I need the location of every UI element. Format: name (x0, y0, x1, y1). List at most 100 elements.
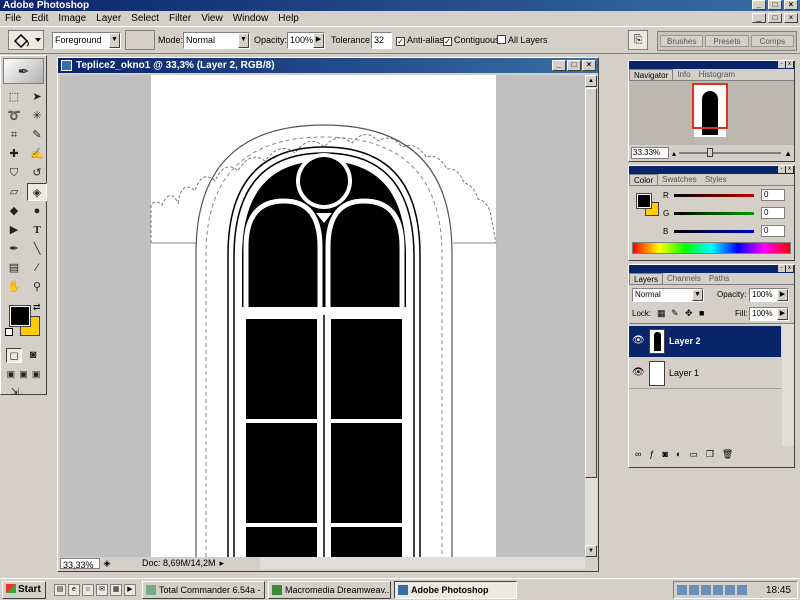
taskbar-total-commander[interactable]: Total Commander 6.54a - ... (142, 580, 265, 599)
doc-window-close-button[interactable]: × (582, 60, 596, 71)
menu-image[interactable]: Image (53, 13, 91, 24)
messenger-icon[interactable]: ☺ (82, 583, 94, 596)
blur-icon[interactable]: ◆ (4, 202, 24, 220)
fill-input[interactable]: 100% ▶ (749, 307, 789, 321)
scroll-up-icon[interactable]: ▲ (585, 75, 597, 87)
doc-minimize-button[interactable]: _ (752, 13, 766, 23)
quick-mask-icon[interactable]: ◙ (25, 348, 41, 363)
lock-position-icon[interactable]: ✥ (685, 308, 693, 319)
menu-view[interactable]: View (196, 13, 228, 24)
tab-swatches[interactable]: Swatches (658, 174, 701, 185)
blue-slider[interactable] (674, 229, 754, 233)
color-fg-swatch[interactable] (636, 193, 652, 209)
tolerance-input[interactable]: 32 (371, 32, 392, 49)
foreground-color-swatch[interactable] (9, 305, 31, 327)
tray-messenger-icon[interactable] (713, 585, 723, 595)
menu-help[interactable]: Help (273, 13, 304, 24)
doc-window-minimize-button[interactable]: _ (552, 60, 566, 71)
paint-bucket-icon[interactable]: ◈ (27, 183, 47, 201)
start-button[interactable]: Start (2, 580, 46, 599)
zoom-in-icon[interactable]: ▲ (784, 149, 792, 158)
color-ramp[interactable] (632, 242, 791, 254)
minimize-button[interactable]: _ (752, 0, 766, 10)
navigator-zoom-field[interactable]: 33.33% (631, 147, 669, 159)
new-layer-icon[interactable]: ❐ (706, 449, 714, 460)
layer-style-icon[interactable]: ƒ (649, 449, 654, 460)
eraser-icon[interactable]: ▱ (4, 183, 24, 201)
tool-preset-picker[interactable] (8, 30, 44, 50)
panel-close-icon[interactable]: x (786, 166, 793, 173)
blue-value-field[interactable]: 0 (761, 225, 785, 237)
green-slider[interactable] (674, 211, 754, 215)
brushes-tab[interactable]: Brushes (660, 35, 704, 47)
link-icon[interactable]: ∞ (635, 449, 641, 460)
notes-icon[interactable]: ▤ (4, 259, 24, 277)
eye-icon[interactable]: 👁 (632, 367, 645, 378)
navigator-preview[interactable] (629, 81, 794, 145)
lock-pixels-icon[interactable]: ✎ (671, 308, 679, 319)
layer-row[interactable]: 👁 Layer 1 (629, 358, 781, 389)
clock[interactable]: 18:45 (766, 585, 797, 596)
tab-navigator[interactable]: Navigator (629, 69, 674, 80)
tray-volume-icon[interactable] (689, 585, 699, 595)
screen-mode-standard-icon[interactable]: ▣ (5, 367, 17, 381)
lasso-icon[interactable]: ➰ (4, 107, 24, 125)
zoom-icon[interactable]: ⚲ (27, 278, 47, 296)
doc-close-button[interactable]: × (784, 13, 798, 23)
taskbar-dreamweaver[interactable]: Macromedia Dreamweav... (268, 580, 391, 599)
path-select-icon[interactable]: ▶ (4, 221, 24, 239)
maximize-button[interactable]: □ (768, 0, 782, 10)
tab-histogram[interactable]: Histogram (695, 69, 739, 80)
menu-layer[interactable]: Layer (91, 13, 126, 24)
new-group-icon[interactable]: ▭ (689, 449, 698, 460)
fill-source-select[interactable]: Foreground ▼ (52, 32, 121, 49)
panel-minimize-icon[interactable]: - (778, 61, 785, 68)
panel-minimize-icon[interactable]: - (778, 265, 785, 272)
mode-select[interactable]: Normal ▼ (183, 32, 250, 49)
panel-close-icon[interactable]: x (786, 61, 793, 68)
marquee-icon[interactable]: ⬚ (4, 88, 24, 106)
scroll-thumb[interactable] (585, 88, 597, 478)
tab-color[interactable]: Color (629, 174, 659, 185)
status-menu-icon[interactable]: ◈ (100, 557, 114, 569)
healing-icon[interactable]: ✚ (4, 145, 24, 163)
all-layers-checkbox[interactable]: All Layers (497, 32, 548, 49)
brush-icon[interactable]: ✍ (27, 145, 47, 163)
lock-transparency-icon[interactable]: ▦ (657, 308, 666, 319)
presets-tab[interactable]: Presets (705, 35, 749, 47)
file-browser-icon[interactable]: ⎘ (628, 30, 648, 50)
tab-styles[interactable]: Styles (701, 174, 731, 185)
outlook-icon[interactable]: ✉ (96, 583, 108, 596)
menu-window[interactable]: Window (228, 13, 274, 24)
zoom-field[interactable]: 33,33% (60, 557, 100, 570)
screen-mode-full-menu-icon[interactable]: ▣ (18, 367, 30, 381)
hand-icon[interactable]: ✋ (4, 278, 24, 296)
layer-mask-icon[interactable]: ◙ (662, 449, 667, 460)
layer-row[interactable]: 👁 Layer 2 (629, 326, 781, 357)
tab-layers[interactable]: Layers (629, 273, 664, 284)
standard-mode-icon[interactable]: ◻ (6, 348, 23, 363)
dodge-icon[interactable]: ● (27, 202, 47, 220)
magic-wand-icon[interactable]: ✳ (27, 107, 47, 125)
tab-paths[interactable]: Paths (705, 273, 733, 284)
red-value-field[interactable]: 0 (761, 189, 785, 201)
stamp-icon[interactable]: ⛉ (4, 164, 24, 182)
ie-icon[interactable]: e (68, 583, 80, 596)
default-colors-icon[interactable] (5, 328, 13, 336)
crop-icon[interactable]: ⌗ (4, 126, 24, 144)
antialias-checkbox[interactable]: ✓ Anti-alias (396, 32, 444, 49)
history-brush-icon[interactable]: ↺ (27, 164, 47, 182)
layers-scrollbar[interactable] (782, 324, 794, 446)
line-icon[interactable]: ╲ (27, 240, 47, 258)
navigator-view-box[interactable] (692, 83, 728, 129)
comps-tab[interactable]: Comps (750, 35, 794, 47)
adobe-feather-icon[interactable]: ✒ (3, 58, 44, 84)
tray-network-icon[interactable] (677, 585, 687, 595)
layer-opacity-input[interactable]: 100% ▶ (749, 288, 789, 302)
menu-select[interactable]: Select (126, 13, 164, 24)
vertical-scrollbar[interactable]: ▲ ▼ (585, 75, 597, 557)
doc-window-maximize-button[interactable]: □ (567, 60, 581, 71)
menu-file[interactable]: File (0, 13, 26, 24)
tray-app-icon[interactable] (725, 585, 735, 595)
taskbar-photoshop[interactable]: Adobe Photoshop (394, 580, 517, 599)
